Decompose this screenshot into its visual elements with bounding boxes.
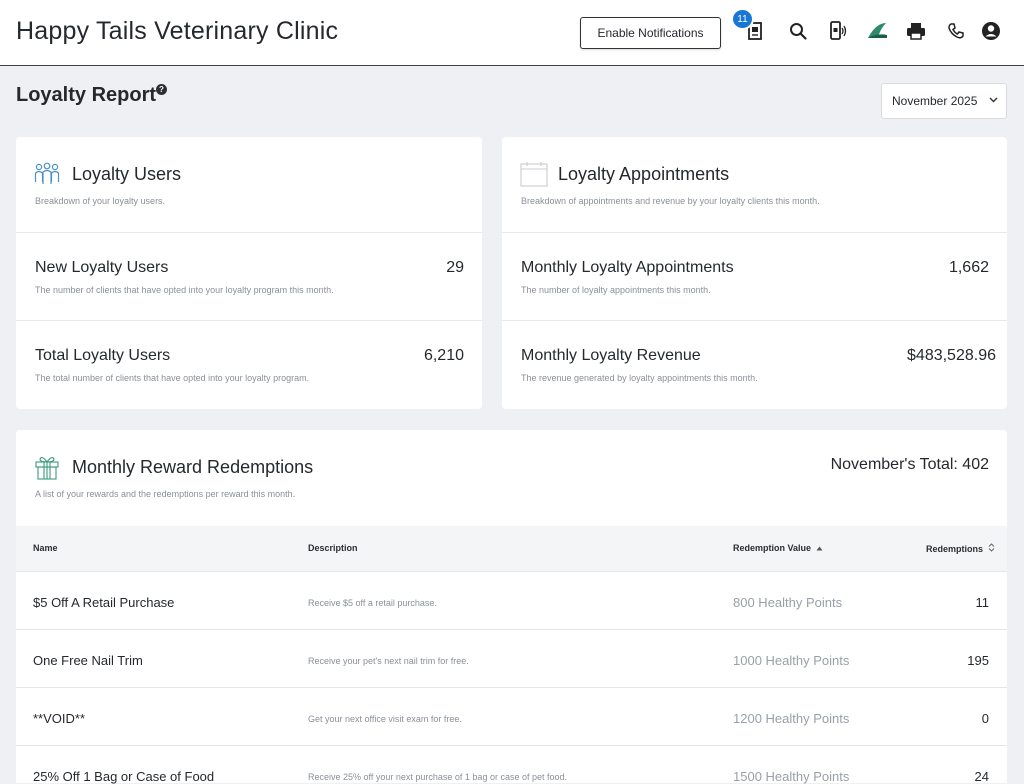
reward-redemptions: 195	[967, 653, 989, 668]
phone-icon[interactable]	[945, 20, 967, 42]
month-select[interactable]: November 2025	[881, 83, 1007, 119]
loyalty-users-subtitle: Breakdown of your loyalty users.	[35, 196, 166, 206]
monthly-loyalty-appointments-desc: The number of loyalty appointments this …	[521, 285, 711, 295]
gift-icon	[35, 457, 59, 480]
sort-icon	[988, 543, 994, 552]
reward-redemptions: 11	[975, 595, 990, 610]
reward-name: **VOID**	[33, 711, 86, 726]
divider	[16, 232, 482, 233]
reward-value: 1500 Healthy Points	[733, 769, 850, 784]
monthly-loyalty-appointments-title: Monthly Loyalty Appointments	[521, 259, 734, 276]
reward-redemptions-card: Monthly Reward Redemptions A list of you…	[16, 430, 1007, 526]
total-loyalty-users-title: Total Loyalty Users	[35, 347, 171, 364]
redemptions-total: November's Total: 402	[830, 456, 989, 473]
account-icon[interactable]	[980, 20, 1002, 42]
column-header-redemption-value-label: Redemption Value	[733, 543, 812, 553]
column-header-description[interactable]: Description	[308, 543, 358, 553]
monthly-loyalty-revenue-value: $483,528.96	[907, 347, 996, 364]
table-row[interactable]: One Free Nail Trim Receive your pet's ne…	[16, 630, 1007, 688]
loyalty-appointments-title: Loyalty Appointments	[558, 164, 730, 184]
calendar-icon	[520, 162, 548, 187]
reward-name: 25% Off 1 Bag or Case of Food	[33, 769, 215, 784]
reward-description: Receive your pet's next nail trim for fr…	[308, 656, 469, 666]
reward-name: One Free Nail Trim	[33, 653, 143, 668]
sort-ascending-icon	[816, 546, 823, 551]
search-icon[interactable]	[787, 20, 809, 42]
new-loyalty-users-desc: The number of clients that have opted in…	[35, 285, 334, 295]
new-loyalty-users-title: New Loyalty Users	[35, 259, 169, 276]
monthly-loyalty-revenue-title: Monthly Loyalty Revenue	[521, 347, 701, 364]
total-loyalty-users-value: 6,210	[423, 347, 464, 364]
table-header	[16, 526, 1007, 572]
mobile-sound-icon[interactable]	[827, 20, 849, 42]
clinic-name: Happy Tails Veterinary Clinic	[16, 17, 339, 45]
reward-redemptions: 0	[981, 711, 989, 726]
reward-name: $5 Off A Retail Purchase	[33, 595, 175, 610]
month-select-value: November 2025	[892, 94, 978, 108]
printer-icon[interactable]	[905, 20, 927, 42]
table-row[interactable]: 25% Off 1 Bag or Case of Food Receive 25…	[16, 746, 1007, 784]
reward-description: Receive 25% off your next purchase of 1 …	[308, 772, 567, 782]
column-header-name[interactable]: Name	[33, 543, 58, 553]
column-header-redemptions[interactable]: Redemptions	[926, 543, 995, 554]
reward-description: Get your next office visit exam for free…	[308, 714, 462, 724]
reward-value: 800 Healthy Points	[733, 595, 843, 610]
reward-redemptions-title: Monthly Reward Redemptions	[72, 457, 314, 477]
loyalty-appointments-card: Loyalty Appointments Breakdown of appoin…	[502, 137, 1007, 409]
column-header-redemption-value[interactable]: Redemption Value	[733, 543, 823, 553]
help-icon[interactable]: ?	[156, 84, 167, 95]
column-header-redemptions-label: Redemptions	[926, 544, 984, 554]
top-bar: Happy Tails Veterinary Clinic Enable Not…	[0, 0, 1024, 66]
new-loyalty-users-value: 29	[446, 259, 464, 276]
monthly-loyalty-appointments-value: 1,662	[948, 259, 989, 276]
page-title: Loyalty Report	[16, 84, 157, 106]
divider	[502, 232, 1007, 233]
notification-count-badge: 11	[731, 8, 754, 30]
table-row[interactable]: $5 Off A Retail Purchase Receive $5 off …	[16, 572, 1007, 630]
leaf-logo-icon[interactable]	[866, 20, 888, 42]
loyalty-users-card: Loyalty Users Breakdown of your loyalty …	[16, 137, 482, 409]
reward-value: 1200 Healthy Points	[733, 711, 850, 726]
reward-redemptions: 24	[974, 769, 989, 784]
chevron-down-icon	[989, 97, 998, 103]
divider	[502, 320, 1007, 321]
total-loyalty-users-desc: The total number of clients that have op…	[35, 373, 310, 383]
reward-value: 1000 Healthy Points	[733, 653, 850, 668]
reward-description: Receive $5 off a retail purchase.	[308, 598, 437, 608]
table-row[interactable]: **VOID** Get your next office visit exam…	[16, 688, 1007, 746]
users-group-icon	[34, 162, 60, 184]
reward-redemptions-subtitle: A list of your rewards and the redemptio…	[35, 489, 296, 499]
loyalty-appointments-subtitle: Breakdown of appointments and revenue by…	[521, 196, 820, 206]
enable-notifications-button[interactable]: Enable Notifications	[580, 17, 721, 49]
loyalty-users-title: Loyalty Users	[72, 164, 182, 184]
monthly-loyalty-revenue-desc: The revenue generated by loyalty appoint…	[521, 373, 758, 383]
divider	[16, 320, 482, 321]
